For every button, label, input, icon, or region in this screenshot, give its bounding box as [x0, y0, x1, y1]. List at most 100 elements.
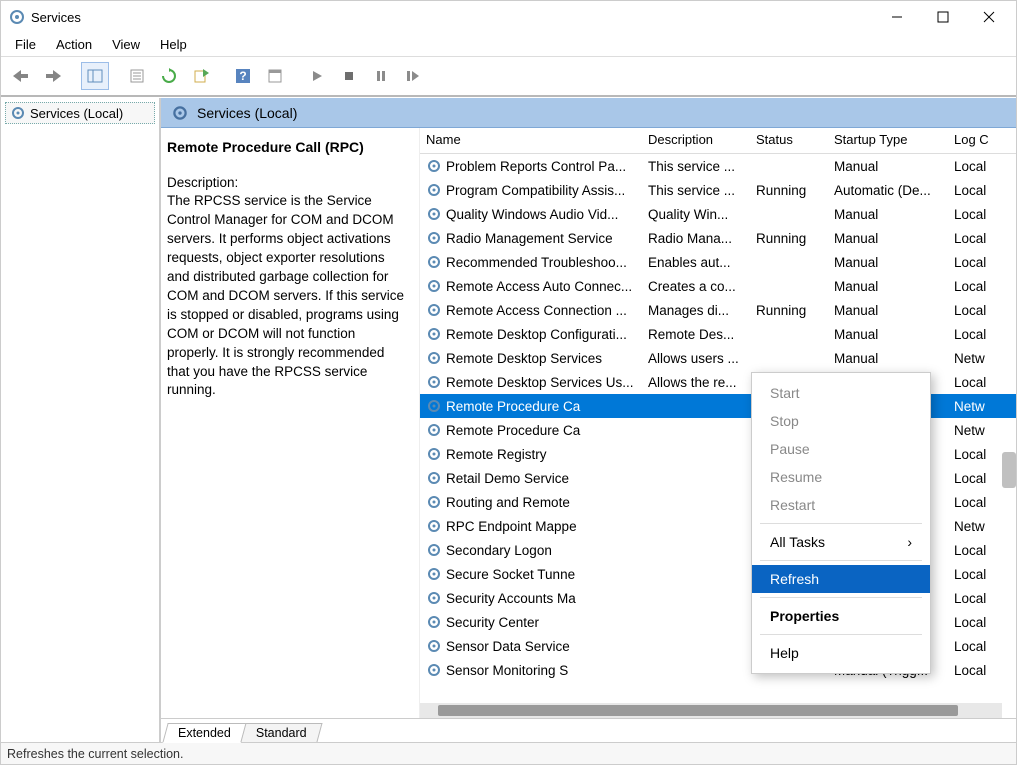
gear-icon	[426, 470, 442, 486]
up-tree-button[interactable]	[81, 62, 109, 90]
ctx-start: Start	[752, 379, 930, 407]
service-description: Allows the re...	[642, 373, 750, 392]
gear-icon	[426, 326, 442, 342]
tab-extended[interactable]: Extended	[162, 723, 246, 743]
service-row[interactable]: Program Compatibility Assis...This servi…	[420, 178, 1016, 202]
right-pane: Services (Local) Remote Procedure Call (…	[161, 98, 1016, 742]
service-description: Remote Des...	[642, 325, 750, 344]
col-logon[interactable]: Log C	[948, 128, 998, 153]
svg-text:?: ?	[239, 69, 246, 83]
ctx-stop: Stop	[752, 407, 930, 435]
ctx-resume: Resume	[752, 463, 930, 491]
ctx-pause: Pause	[752, 435, 930, 463]
horizontal-scrollbar[interactable]	[420, 703, 1002, 718]
pane-header-title: Services (Local)	[197, 105, 297, 121]
restart-button[interactable]	[399, 62, 427, 90]
gear-icon	[426, 518, 442, 534]
service-name: Radio Management Service	[446, 231, 613, 246]
service-row[interactable]: Remote Access Connection ...Manages di..…	[420, 298, 1016, 322]
service-row[interactable]: Remote Desktop ServicesAllows users ...M…	[420, 346, 1016, 370]
service-logon: Local	[948, 301, 998, 320]
service-description	[642, 572, 750, 576]
services-icon	[9, 9, 25, 25]
menu-view[interactable]: View	[102, 35, 150, 54]
gear-icon	[426, 662, 442, 678]
pause-button[interactable]	[367, 62, 395, 90]
stop-button[interactable]	[335, 62, 363, 90]
service-name: Quality Windows Audio Vid...	[446, 207, 618, 222]
help-button[interactable]: ?	[229, 62, 257, 90]
service-name: Remote Access Connection ...	[446, 303, 627, 318]
main: Services (Local) Services (Local) Remote…	[1, 97, 1016, 742]
menu-file[interactable]: File	[5, 35, 46, 54]
service-logon: Netw	[948, 349, 998, 368]
service-name: Remote Desktop Configurati...	[446, 327, 627, 342]
service-row[interactable]: Problem Reports Control Pa...This servic…	[420, 154, 1016, 178]
refresh-button[interactable]	[155, 62, 183, 90]
service-name: Remote Access Auto Connec...	[446, 279, 632, 294]
service-status	[750, 332, 828, 336]
service-description	[642, 620, 750, 624]
gear-icon	[426, 638, 442, 654]
service-logon: Local	[948, 637, 998, 656]
service-name: Remote Desktop Services Us...	[446, 375, 634, 390]
back-button[interactable]	[7, 62, 35, 90]
col-description[interactable]: Description	[642, 128, 750, 153]
minimize-button[interactable]	[874, 1, 920, 33]
service-logon: Local	[948, 325, 998, 344]
service-logon: Netw	[948, 517, 998, 536]
service-description	[642, 404, 750, 408]
list-header: Name Description Status Startup Type Log…	[420, 128, 1016, 154]
service-description	[642, 548, 750, 552]
vertical-scrollbar-thumb[interactable]	[1002, 452, 1016, 488]
service-description: Quality Win...	[642, 205, 750, 224]
service-logon: Netw	[948, 397, 998, 416]
service-row[interactable]: Quality Windows Audio Vid... Quality Win.…	[420, 202, 1016, 226]
description-label: Description:	[167, 174, 409, 193]
service-status: Running	[750, 181, 828, 200]
service-row[interactable]: Remote Desktop Configurati... Remote Des.…	[420, 322, 1016, 346]
tab-standard[interactable]: Standard	[240, 723, 322, 742]
selected-service-title: Remote Procedure Call (RPC)	[167, 138, 409, 158]
ctx-properties[interactable]: Properties	[752, 602, 930, 630]
service-description	[642, 644, 750, 648]
properties-button[interactable]	[261, 62, 289, 90]
maximize-button[interactable]	[920, 1, 966, 33]
export-button[interactable]	[187, 62, 215, 90]
toolbar: ?	[1, 57, 1016, 97]
ctx-refresh[interactable]: Refresh	[752, 565, 930, 593]
service-row[interactable]: Recommended Troubleshoo...Enables aut...…	[420, 250, 1016, 274]
service-description: This service ...	[642, 181, 750, 200]
service-description	[642, 668, 750, 672]
gear-icon	[426, 302, 442, 318]
service-logon: Netw	[948, 421, 998, 440]
menu-action[interactable]: Action	[46, 35, 102, 54]
col-status[interactable]: Status	[750, 128, 828, 153]
service-startup: Automatic (De...	[828, 181, 948, 200]
service-status: Running	[750, 229, 828, 248]
close-button[interactable]	[966, 1, 1012, 33]
gear-icon	[426, 542, 442, 558]
col-startup-type[interactable]: Startup Type	[828, 128, 948, 153]
show-hide-button[interactable]	[123, 62, 151, 90]
service-description: Enables aut...	[642, 253, 750, 272]
tree-item-services-local[interactable]: Services (Local)	[5, 102, 155, 124]
ctx-help[interactable]: Help	[752, 639, 930, 667]
service-startup: Manual	[828, 157, 948, 176]
menu-help[interactable]: Help	[150, 35, 197, 54]
service-description: Creates a co...	[642, 277, 750, 296]
service-name: Remote Registry	[446, 447, 547, 462]
forward-button[interactable]	[39, 62, 67, 90]
service-logon: Local	[948, 445, 998, 464]
service-name: Sensor Monitoring S	[446, 663, 568, 678]
ctx-all-tasks[interactable]: All Tasks›	[752, 528, 930, 556]
col-name[interactable]: Name	[420, 128, 642, 153]
play-button[interactable]	[303, 62, 331, 90]
gear-icon	[171, 104, 189, 122]
pane-header: Services (Local)	[161, 98, 1016, 128]
service-row[interactable]: Remote Access Auto Connec... Creates a co…	[420, 274, 1016, 298]
tree-item-label: Services (Local)	[30, 106, 123, 121]
service-startup: Manual	[828, 301, 948, 320]
service-row[interactable]: Radio Management Service Radio Mana...Run…	[420, 226, 1016, 250]
service-description: Radio Mana...	[642, 229, 750, 248]
